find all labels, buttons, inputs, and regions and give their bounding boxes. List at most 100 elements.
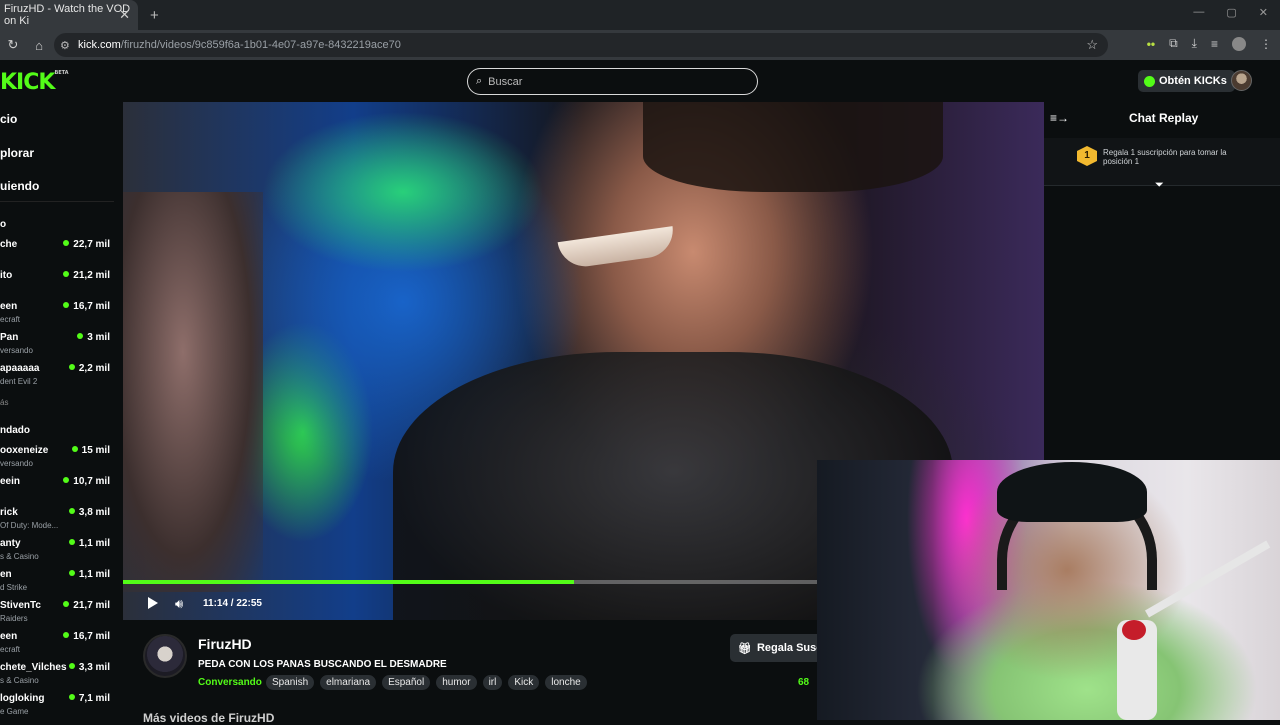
reload-icon[interactable]: ↻: [0, 37, 26, 53]
tag-chip[interactable]: Español: [382, 675, 431, 690]
extension-icon[interactable]: ••: [1147, 37, 1155, 51]
channel-name: ito: [0, 270, 13, 281]
chat-header: ≡→ Chat Replay: [1044, 102, 1280, 134]
profile-avatar-icon[interactable]: [1232, 36, 1246, 51]
tag-list: Spanish elmariana Español humor irl Kick lonch…: [266, 675, 587, 690]
viewer-count: 15 mil: [71, 445, 110, 456]
channel-name: een: [0, 301, 18, 312]
category-link[interactable]: Conversando: [198, 677, 262, 688]
tab-close-icon[interactable]: ✕: [119, 7, 130, 23]
stream-title: PEDA CON LOS PANAS BUSCANDO EL DESMADRE: [198, 659, 447, 670]
viewer-count-value: 16,7 mil: [73, 631, 110, 642]
url-path: /firuzhd/videos/9c859f6a-1b01-4e07-a97e-…: [120, 39, 401, 51]
volume-button[interactable]: 🔊︎: [175, 595, 191, 611]
sidebar: cio plorar uiendo o che 22,7 mil ito 21,2 m…: [0, 102, 118, 720]
download-icon[interactable]: ⤓: [1192, 36, 1197, 51]
channel-name: een: [0, 631, 18, 642]
viewer-count-value: 3,3 mil: [78, 662, 110, 673]
viewer-count-value: 3 mil: [87, 332, 110, 343]
tag-chip[interactable]: elmariana: [320, 675, 377, 690]
video-frame-shape: [123, 192, 263, 592]
viewer-count-value: 3,8 mil: [78, 507, 110, 518]
channel-category: e Game: [0, 707, 29, 716]
live-dot-icon: [68, 663, 75, 669]
rank-badge: 1: [1077, 146, 1097, 166]
sidebar-channel[interactable]: apaaaaa dent Evil 2 2,2 mil: [0, 363, 114, 393]
chat-collapse-icon[interactable]: ≡→: [1050, 111, 1069, 125]
tag-chip[interactable]: irl: [482, 675, 503, 690]
viewer-count: 2,2 mil: [68, 363, 110, 374]
live-dot-icon: [68, 364, 75, 370]
video-frame-shape: [557, 226, 677, 270]
extensions-puzzle-icon[interactable]: ⧉: [1169, 36, 1178, 51]
viewer-count-value: 21,7 mil: [73, 600, 110, 611]
streamer-name[interactable]: FiruzHD: [198, 636, 252, 652]
sidebar-channel[interactable]: anty s & Casino 1,1 mil: [0, 538, 114, 568]
extensions-area: •• ⧉ ⤓ ≡ ⋮: [1147, 36, 1272, 51]
channel-name: chete_Vilches: [0, 662, 67, 673]
viewer-count: 16,7 mil: [63, 301, 110, 312]
search-input[interactable]: [488, 75, 729, 88]
live-dot-icon: [68, 570, 75, 576]
tag-chip[interactable]: lonche: [545, 675, 587, 690]
user-avatar[interactable]: [1231, 70, 1252, 91]
viewer-count-value: 16,7 mil: [73, 301, 110, 312]
play-button[interactable]: [145, 595, 161, 611]
channel-name: apaaaaa: [0, 363, 40, 374]
viewer-count-value: 21,2 mil: [73, 270, 110, 281]
sidebar-channel[interactable]: rick Of Duty: Mode... 3,8 mil: [0, 507, 114, 537]
menu-kebab-icon[interactable]: ⋮: [1260, 37, 1272, 51]
site-settings-icon[interactable]: ⚙: [60, 39, 78, 52]
sidebar-item-home[interactable]: cio: [0, 112, 17, 126]
media-icon[interactable]: ≡: [1211, 37, 1218, 51]
home-icon[interactable]: ⌂: [26, 38, 52, 53]
sidebar-item-following[interactable]: uiendo: [0, 179, 39, 193]
bookmark-star-icon[interactable]: ☆: [1086, 37, 1098, 53]
get-kicks-button[interactable]: Obtén KICKs: [1138, 70, 1235, 92]
browser-tab[interactable]: FiruzHD - Watch the VOD on Ki ✕: [0, 0, 138, 30]
webcam-shape: [997, 462, 1147, 522]
window-controls: — ▢ ✕: [1193, 6, 1268, 19]
filter-icon[interactable]: ⏷: [1155, 179, 1164, 192]
live-dot-icon: [63, 271, 70, 277]
channel-name: che: [0, 239, 18, 250]
sidebar-channel[interactable]: chete_Vilches s & Casino 3,3 mil: [0, 662, 114, 692]
channel-category: ecraft: [0, 315, 21, 324]
viewer-count-value: 10,7 mil: [73, 476, 110, 487]
sidebar-channel[interactable]: een ecraft 16,7 mil: [0, 301, 114, 331]
live-dot-icon: [71, 446, 78, 452]
gift-sub-label: Regala Susc: [756, 642, 823, 654]
sidebar-channel[interactable]: ooxeneize versando 15 mil: [0, 445, 114, 475]
minimize-button[interactable]: —: [1193, 6, 1204, 19]
address-bar[interactable]: ⚙ kick.com/firuzhd/videos/9c859f6a-1b01-…: [54, 33, 1108, 57]
tag-chip[interactable]: Kick: [508, 675, 540, 690]
logo-beta-badge: BETA: [54, 70, 69, 76]
sidebar-item-browse[interactable]: plorar: [0, 146, 34, 160]
tab-title: FiruzHD - Watch the VOD on Ki: [4, 3, 131, 27]
tag-chip[interactable]: Spanish: [266, 675, 315, 690]
channel-category: ecraft: [0, 645, 21, 654]
sidebar-channel[interactable]: che 22,7 mil: [0, 239, 114, 269]
sidebar-channel[interactable]: ito 21,2 mil: [0, 270, 114, 300]
kick-logo[interactable]: KICKBETA: [0, 70, 69, 95]
tag-chip[interactable]: humor: [436, 675, 477, 690]
window-close-button[interactable]: ✕: [1259, 6, 1268, 19]
channel-name: eein: [0, 476, 21, 487]
recommended-show-more[interactable]: ás: [0, 398, 8, 407]
channel-category: Raiders: [0, 614, 28, 623]
follower-count: 68: [798, 677, 810, 688]
site-header: KICKBETA ⌕ Obtén KICKs: [0, 60, 1280, 102]
sidebar-channel[interactable]: een ecraft 16,7 mil: [0, 631, 114, 661]
url-host: kick.com: [78, 39, 121, 51]
sidebar-channel[interactable]: StivenTc Raiders 21,7 mil: [0, 600, 114, 630]
search-icon: ⌕: [476, 75, 483, 87]
maximize-button[interactable]: ▢: [1226, 6, 1236, 19]
viewer-count: 16,7 mil: [63, 631, 110, 642]
sidebar-channel[interactable]: eein 10,7 mil: [0, 476, 114, 506]
new-tab-button[interactable]: +: [150, 7, 159, 24]
more-videos-heading: Más videos de FiruzHD: [143, 711, 275, 725]
sidebar-channel[interactable]: Pan versando 3 mil: [0, 332, 114, 362]
sidebar-channel[interactable]: en d Strike 1,1 mil: [0, 569, 114, 599]
sidebar-channel[interactable]: logloking e Game 7,1 mil: [0, 693, 114, 723]
streamer-avatar[interactable]: [143, 634, 187, 678]
